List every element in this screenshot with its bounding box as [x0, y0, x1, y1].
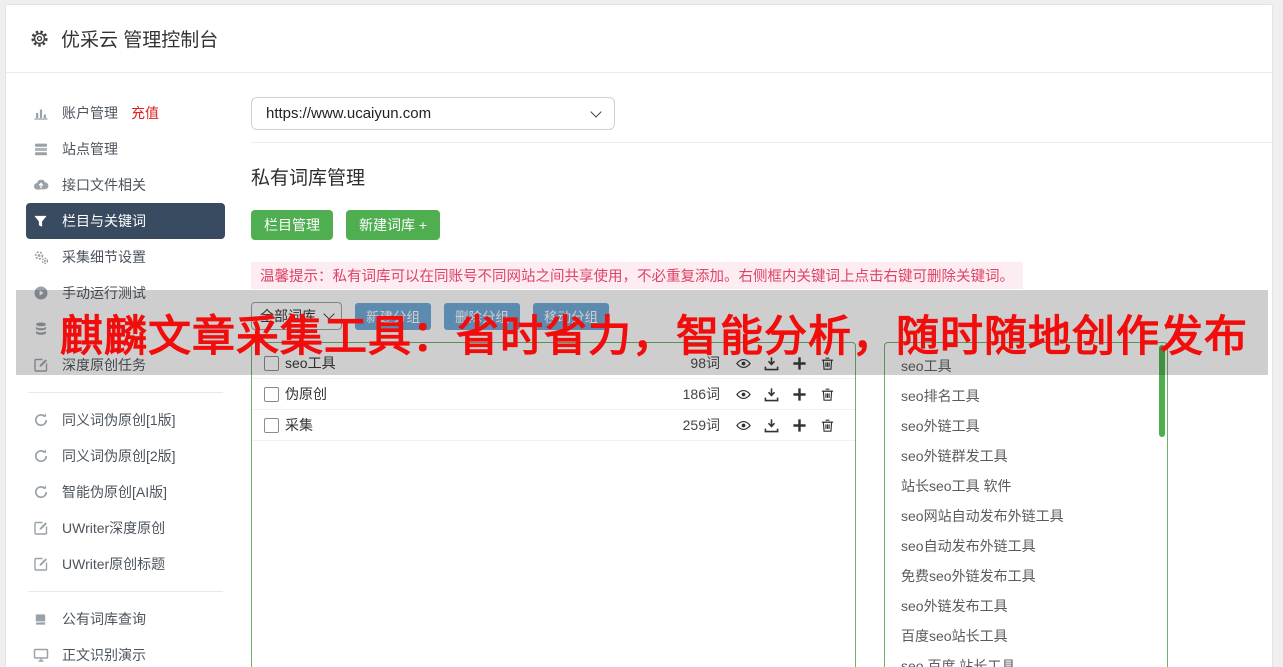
- download-icon[interactable]: [764, 418, 779, 433]
- keywords-panel: seo工具seo排名工具seo外链工具seo外链群发工具站长seo工具 软件se…: [884, 342, 1168, 667]
- download-icon[interactable]: [764, 387, 779, 402]
- thesaurus-row: seo工具 98词: [252, 348, 855, 379]
- sidebar-item-11[interactable]: 智能伪原创[AI版]: [26, 474, 225, 510]
- sidebar-item-13[interactable]: UWriter原创标题: [26, 546, 225, 582]
- tip-banner: 温馨提示：私有词库可以在同账号不同网站之间共享使用，不必重复添加。右侧框内关键词…: [251, 262, 1023, 289]
- funnel-icon: [32, 213, 49, 230]
- group-filter-value: 全部词库: [260, 306, 316, 326]
- view-icon[interactable]: [736, 356, 751, 371]
- word-count: 98词: [690, 353, 720, 373]
- move-group-button[interactable]: 移动分组: [533, 303, 609, 330]
- thesaurus-row: 伪原创 186词: [252, 379, 855, 410]
- add-icon[interactable]: [792, 418, 807, 433]
- keyword-item[interactable]: 百度seo站长工具: [901, 621, 1167, 651]
- sidebar-item-6[interactable]: [26, 311, 225, 347]
- app-window: 优采云 管理控制台 账户管理 充值 站点管理 接口文件相关 栏目与关键词 采集细…: [0, 0, 1283, 667]
- book-icon: [32, 611, 49, 628]
- sidebar-divider: [28, 392, 223, 393]
- sidebar-item-4[interactable]: 采集细节设置: [26, 239, 225, 275]
- keyword-item[interactable]: 站长seo工具 软件: [901, 471, 1167, 501]
- keyword-item[interactable]: seo外链工具: [901, 411, 1167, 441]
- server-icon: [32, 141, 49, 158]
- keyword-item[interactable]: seo外链群发工具: [901, 441, 1167, 471]
- monitor-icon: [32, 647, 49, 664]
- view-icon[interactable]: [736, 418, 751, 433]
- keyword-item[interactable]: seo排名工具: [901, 381, 1167, 411]
- sidebar-item-15[interactable]: 公有词库查询: [26, 601, 225, 637]
- page-title: 私有词库管理: [251, 163, 1272, 190]
- sidebar-item-2[interactable]: 接口文件相关: [26, 167, 225, 203]
- word-count: 259词: [683, 415, 720, 435]
- add-icon[interactable]: [792, 387, 807, 402]
- delete-icon[interactable]: [820, 418, 835, 433]
- sidebar-divider: [28, 591, 223, 592]
- cloud-upload-icon: [32, 177, 49, 194]
- main-card: 优采云 管理控制台 账户管理 充值 站点管理 接口文件相关 栏目与关键词 采集细…: [5, 4, 1273, 667]
- download-icon[interactable]: [764, 356, 779, 371]
- scrollbar-thumb[interactable]: [1159, 345, 1165, 437]
- keyword-item[interactable]: seo外链发布工具: [901, 591, 1167, 621]
- recharge-link[interactable]: 充值: [131, 103, 159, 123]
- sidebar-item-12[interactable]: UWriter深度原创: [26, 510, 225, 546]
- refresh-icon: [32, 412, 49, 429]
- delete-icon[interactable]: [820, 356, 835, 371]
- sidebar-item-7[interactable]: 深度原创任务: [26, 347, 225, 383]
- app-header: 优采云 管理控制台: [6, 5, 1272, 73]
- database-icon: [32, 321, 49, 338]
- add-icon[interactable]: [792, 356, 807, 371]
- bar-chart-icon: [32, 105, 49, 122]
- divider: [251, 142, 1272, 143]
- gears-icon: [32, 249, 49, 266]
- keyword-item[interactable]: seo自动发布外链工具: [901, 531, 1167, 561]
- row-checkbox[interactable]: [264, 387, 279, 402]
- sidebar-item-3[interactable]: 栏目与关键词: [26, 203, 225, 239]
- keyword-item[interactable]: seo工具: [901, 351, 1167, 381]
- sidebar-item-9[interactable]: 同义词伪原创[1版]: [26, 402, 225, 438]
- play-circle-icon: [32, 285, 49, 302]
- delete-icon[interactable]: [820, 387, 835, 402]
- refresh-icon: [32, 484, 49, 501]
- word-count: 186词: [683, 384, 720, 404]
- site-select[interactable]: https://www.ucaiyun.com: [251, 97, 615, 130]
- row-checkbox[interactable]: [264, 418, 279, 433]
- refresh-icon: [32, 448, 49, 465]
- column-manage-button[interactable]: 栏目管理: [251, 210, 333, 240]
- chevron-down-icon: [323, 308, 334, 319]
- sidebar: 账户管理 充值 站点管理 接口文件相关 栏目与关键词 采集细节设置 手动运行测试…: [6, 73, 251, 667]
- delete-group-button[interactable]: 删除分组: [444, 303, 520, 330]
- main-content: https://www.ucaiyun.com 私有词库管理 栏目管理 新建词库…: [251, 73, 1272, 667]
- view-icon[interactable]: [736, 387, 751, 402]
- sidebar-item-10[interactable]: 同义词伪原创[2版]: [26, 438, 225, 474]
- keyword-item[interactable]: seo网站自动发布外链工具: [901, 501, 1167, 531]
- app-title: 优采云 管理控制台: [61, 25, 218, 52]
- new-thesaurus-button[interactable]: 新建词库 +: [346, 210, 440, 240]
- edit-icon: [32, 556, 49, 573]
- sidebar-item-5[interactable]: 手动运行测试: [26, 275, 225, 311]
- new-group-button[interactable]: 新建分组: [355, 303, 431, 330]
- group-controls: 全部词库 新建分组 删除分组 移动分组: [251, 302, 1272, 330]
- site-select-value: https://www.ucaiyun.com: [266, 105, 431, 122]
- sidebar-item-0[interactable]: 账户管理 充值: [26, 95, 225, 131]
- keyword-item[interactable]: 免费seo外链发布工具: [901, 561, 1167, 591]
- thesaurus-row: 采集 259词: [252, 410, 855, 441]
- group-filter-select[interactable]: 全部词库: [251, 302, 342, 330]
- sidebar-item-1[interactable]: 站点管理: [26, 131, 225, 167]
- chevron-down-icon: [590, 106, 601, 117]
- edit-icon: [32, 357, 49, 374]
- thesaurus-panel: seo工具 98词 伪原创 186词 采集 259词: [251, 342, 856, 667]
- sidebar-item-16[interactable]: 正文识别演示: [26, 637, 225, 667]
- gear-icon: [30, 29, 49, 48]
- row-checkbox[interactable]: [264, 356, 279, 371]
- keyword-item[interactable]: seo 百度 站长工具: [901, 651, 1167, 667]
- edit-icon: [32, 520, 49, 537]
